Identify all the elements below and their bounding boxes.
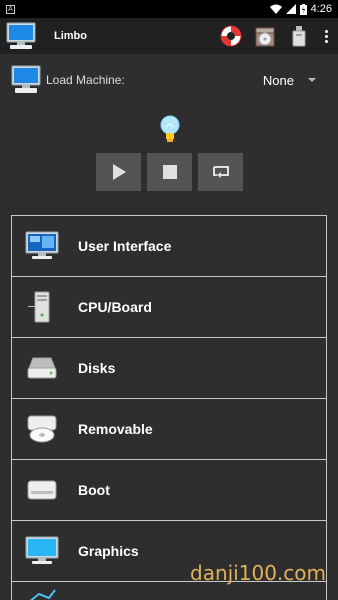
settings-menu: User Interface CPU/Board Disks Removable… [11,215,327,600]
app-logo-icon [4,21,38,51]
vm-controls [96,153,243,191]
menu-item-label: User Interface [78,238,172,254]
machine-monitor-icon [11,65,41,93]
install-package-icon[interactable] [248,19,282,53]
menu-item-user-interface[interactable]: User Interface [11,215,327,276]
status-time: 4:26 [310,3,332,15]
cdrom-drive-icon [24,411,60,447]
menu-item-removable[interactable]: Removable [11,398,327,459]
display-icon [24,533,60,569]
load-machine-row: Load Machine: None [10,62,328,98]
menu-item-label: Removable [78,421,153,437]
load-machine-label: Load Machine: [46,73,125,87]
machine-dropdown-value: None [262,72,294,88]
app-bar: Limbo [0,18,338,54]
signal-icon [285,4,296,14]
start-button[interactable] [96,153,141,191]
stop-button[interactable] [147,153,192,191]
restart-button[interactable] [198,153,243,191]
machine-dropdown[interactable]: None [263,73,316,88]
help-lifebuoy-icon[interactable] [214,19,248,53]
network-icon [24,582,60,600]
menu-item-label: Boot [78,482,110,498]
menu-item-label: CPU/Board [78,299,152,315]
hard-disk-icon [24,350,60,386]
overflow-menu-icon[interactable] [316,19,336,53]
menu-item-disks[interactable]: Disks [11,337,327,398]
wifi-icon [269,4,282,14]
tower-icon [24,289,60,325]
menu-item-cpu-board[interactable]: CPU/Board [11,276,327,337]
usb-drive-icon[interactable] [282,19,316,53]
dropdown-caret-icon [308,78,316,82]
notification-icon: A [6,4,15,14]
stop-icon [162,165,177,179]
monitor-icon [24,228,60,264]
watermark-text: danji100.com [190,561,326,585]
menu-item-label: Graphics [78,543,139,559]
app-title: Limbo [54,30,87,42]
play-icon [112,164,126,180]
restart-icon [212,166,229,178]
status-bar: A 4:26 [0,0,338,18]
boot-drive-icon [24,472,60,508]
status-lightbulb-icon [160,115,180,142]
menu-item-boot[interactable]: Boot [11,459,327,520]
battery-icon [299,3,307,15]
menu-item-label: Disks [78,360,116,376]
